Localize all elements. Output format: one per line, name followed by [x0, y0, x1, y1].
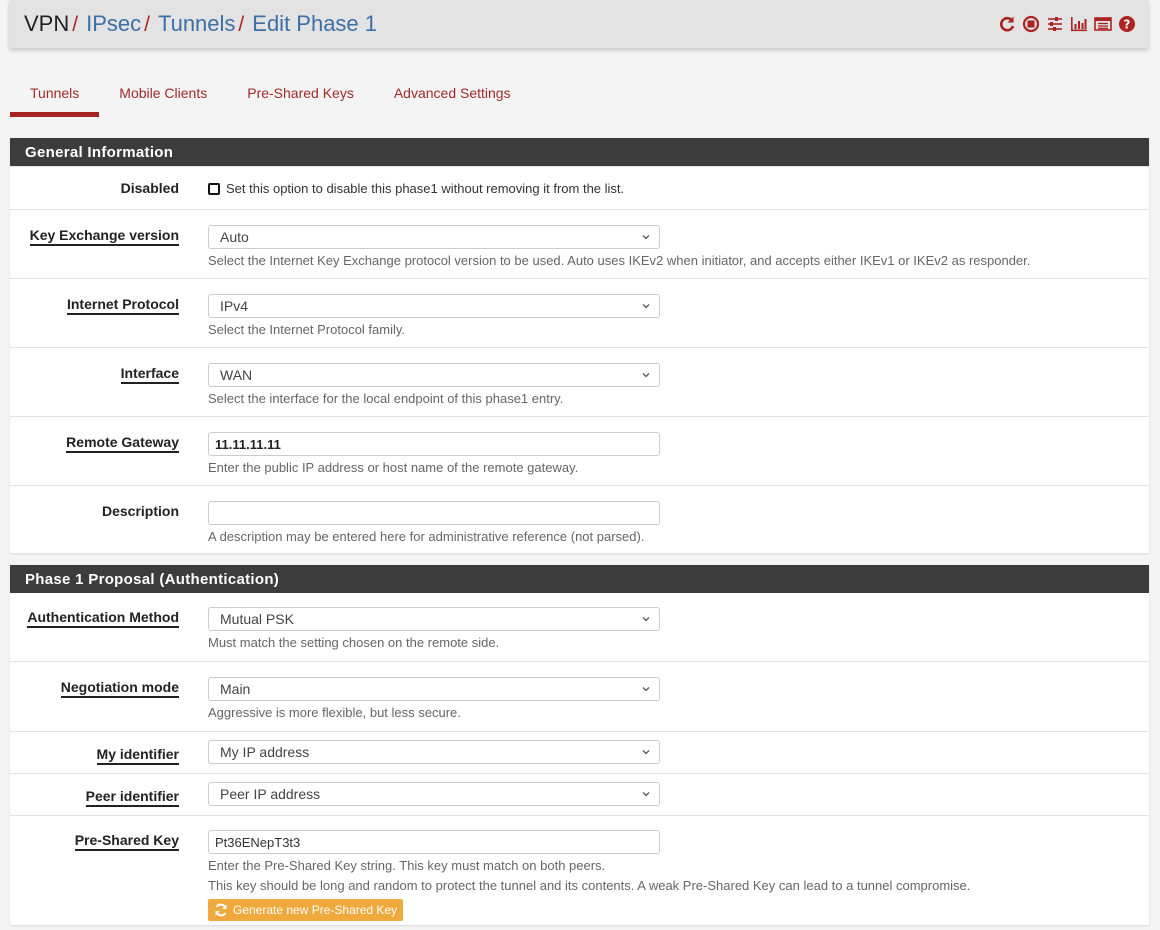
refresh-icon: [215, 903, 227, 917]
internet-protocol-row: Internet Protocol IPv4 Select the Intern…: [10, 278, 1149, 347]
chevron-down-icon: [642, 304, 650, 309]
tab-tunnels[interactable]: Tunnels: [10, 70, 100, 117]
description-row: Description A description may be entered…: [10, 485, 1149, 553]
restart-service-icon[interactable]: [998, 15, 1016, 33]
chevron-down-icon: [642, 373, 650, 378]
generate-psk-button[interactable]: Generate new Pre-Shared Key: [208, 899, 404, 921]
panel-heading: Phase 1 Proposal (Authentication): [10, 565, 1149, 593]
breadcrumb-separator: /: [72, 13, 79, 36]
phase1-proposal-panel: Phase 1 Proposal (Authentication) Authen…: [10, 565, 1149, 925]
my-identifier-row: My identifier My IP address: [10, 731, 1149, 773]
help-icon[interactable]: ?: [1118, 15, 1136, 33]
tab-mobile-clients[interactable]: Mobile Clients: [99, 70, 227, 116]
interface-help: Select the interface for the local endpo…: [208, 391, 564, 406]
breadcrumb: VPN / IPsec / Tunnels / Edit Phase 1: [24, 11, 377, 37]
remote-gateway-row: Remote Gateway 11.11.11.11 Enter the pub…: [10, 416, 1149, 485]
auth-method-label: Authentication Method: [27, 609, 179, 628]
general-information-panel: General Information Disabled Set this op…: [10, 138, 1149, 553]
key-exchange-label: Key Exchange version: [29, 227, 179, 246]
negotiation-mode-row: Negotiation mode Main Aggressive is more…: [10, 661, 1149, 731]
breadcrumb-separator: /: [238, 13, 245, 36]
select-value: My IP address: [220, 744, 310, 760]
select-value: Main: [220, 681, 251, 697]
pre-shared-key-warning: This key should be long and random to pr…: [208, 878, 971, 893]
stop-service-icon[interactable]: [1022, 15, 1040, 33]
select-value: IPv4: [220, 298, 249, 314]
auth-method-help: Must match the setting chosen on the rem…: [208, 635, 500, 650]
auth-method-select[interactable]: Mutual PSK: [208, 607, 660, 631]
settings-sliders-icon[interactable]: [1046, 15, 1064, 33]
internet-protocol-label: Internet Protocol: [66, 296, 179, 315]
disabled-checkbox[interactable]: [208, 182, 220, 195]
chevron-down-icon: [642, 792, 650, 797]
peer-identifier-row: Peer identifier Peer IP address: [10, 773, 1149, 815]
page-header: VPN / IPsec / Tunnels / Edit Phase 1 ?: [10, 0, 1148, 48]
select-value: WAN: [220, 367, 253, 383]
description-label: Description: [101, 503, 179, 519]
my-identifier-select[interactable]: My IP address: [208, 740, 660, 764]
negotiation-mode-help: Aggressive is more flexible, but less se…: [208, 705, 461, 720]
peer-identifier-select[interactable]: Peer IP address: [208, 782, 660, 806]
pre-shared-key-row: Pre-Shared Key Pt36ENepT3t3 Enter the Pr…: [10, 815, 1149, 925]
remote-gateway-help: Enter the public IP address or host name…: [208, 460, 579, 475]
interface-row: Interface WAN Select the interface for t…: [10, 347, 1149, 416]
negotiation-mode-select[interactable]: Main: [208, 677, 660, 701]
select-value: Peer IP address: [220, 786, 321, 802]
chevron-down-icon: [642, 750, 650, 755]
tab-pre-shared-keys[interactable]: Pre-Shared Keys: [227, 70, 374, 116]
chevron-down-icon: [642, 235, 650, 240]
log-list-icon[interactable]: [1094, 15, 1112, 33]
pre-shared-key-help: Enter the Pre-Shared Key string. This ke…: [208, 858, 606, 873]
header-actions: ?: [998, 15, 1136, 33]
remote-gateway-input[interactable]: 11.11.11.11: [208, 432, 660, 456]
pre-shared-key-label: Pre-Shared Key: [74, 832, 179, 851]
select-value: Mutual PSK: [220, 611, 294, 627]
remote-gateway-label: Remote Gateway: [66, 434, 179, 453]
key-exchange-select[interactable]: Auto: [208, 225, 660, 249]
description-help: A description may be entered here for ad…: [208, 529, 645, 544]
interface-label: Interface: [120, 365, 179, 384]
svg-text:?: ?: [1124, 17, 1131, 31]
disabled-text: Set this option to disable this phase1 w…: [226, 180, 625, 196]
pre-shared-key-input[interactable]: Pt36ENepT3t3: [208, 830, 660, 854]
chevron-down-icon: [642, 617, 650, 622]
key-exchange-row: Key Exchange version Auto Select the Int…: [10, 209, 1149, 278]
panel-heading: General Information: [10, 138, 1149, 166]
internet-protocol-help: Select the Internet Protocol family.: [208, 322, 406, 337]
peer-identifier-label: Peer identifier: [85, 788, 179, 807]
internet-protocol-select[interactable]: IPv4: [208, 294, 660, 318]
status-chart-icon[interactable]: [1070, 15, 1088, 33]
tab-bar: Tunnels Mobile Clients Pre-Shared Keys A…: [10, 70, 531, 118]
select-value: Auto: [220, 229, 249, 245]
chevron-down-icon: [642, 687, 650, 692]
breadcrumb-ipsec[interactable]: IPsec: [86, 11, 141, 37]
disabled-label: Disabled: [120, 180, 179, 196]
breadcrumb-separator: /: [144, 13, 150, 36]
description-input[interactable]: [208, 501, 660, 525]
breadcrumb-tunnels[interactable]: Tunnels: [158, 11, 235, 37]
generate-psk-label: Generate new Pre-Shared Key: [233, 903, 398, 917]
negotiation-mode-label: Negotiation mode: [60, 679, 179, 698]
key-exchange-help: Select the Internet Key Exchange protoco…: [208, 253, 1031, 268]
disabled-row: Disabled Set this option to disable this…: [10, 166, 1149, 209]
interface-select[interactable]: WAN: [208, 363, 660, 387]
breadcrumb-edit-phase1[interactable]: Edit Phase 1: [252, 11, 377, 37]
my-identifier-label: My identifier: [96, 746, 179, 765]
breadcrumb-vpn: VPN: [24, 11, 70, 36]
tab-advanced-settings[interactable]: Advanced Settings: [374, 70, 531, 116]
auth-method-row: Authentication Method Mutual PSK Must ma…: [10, 593, 1149, 661]
